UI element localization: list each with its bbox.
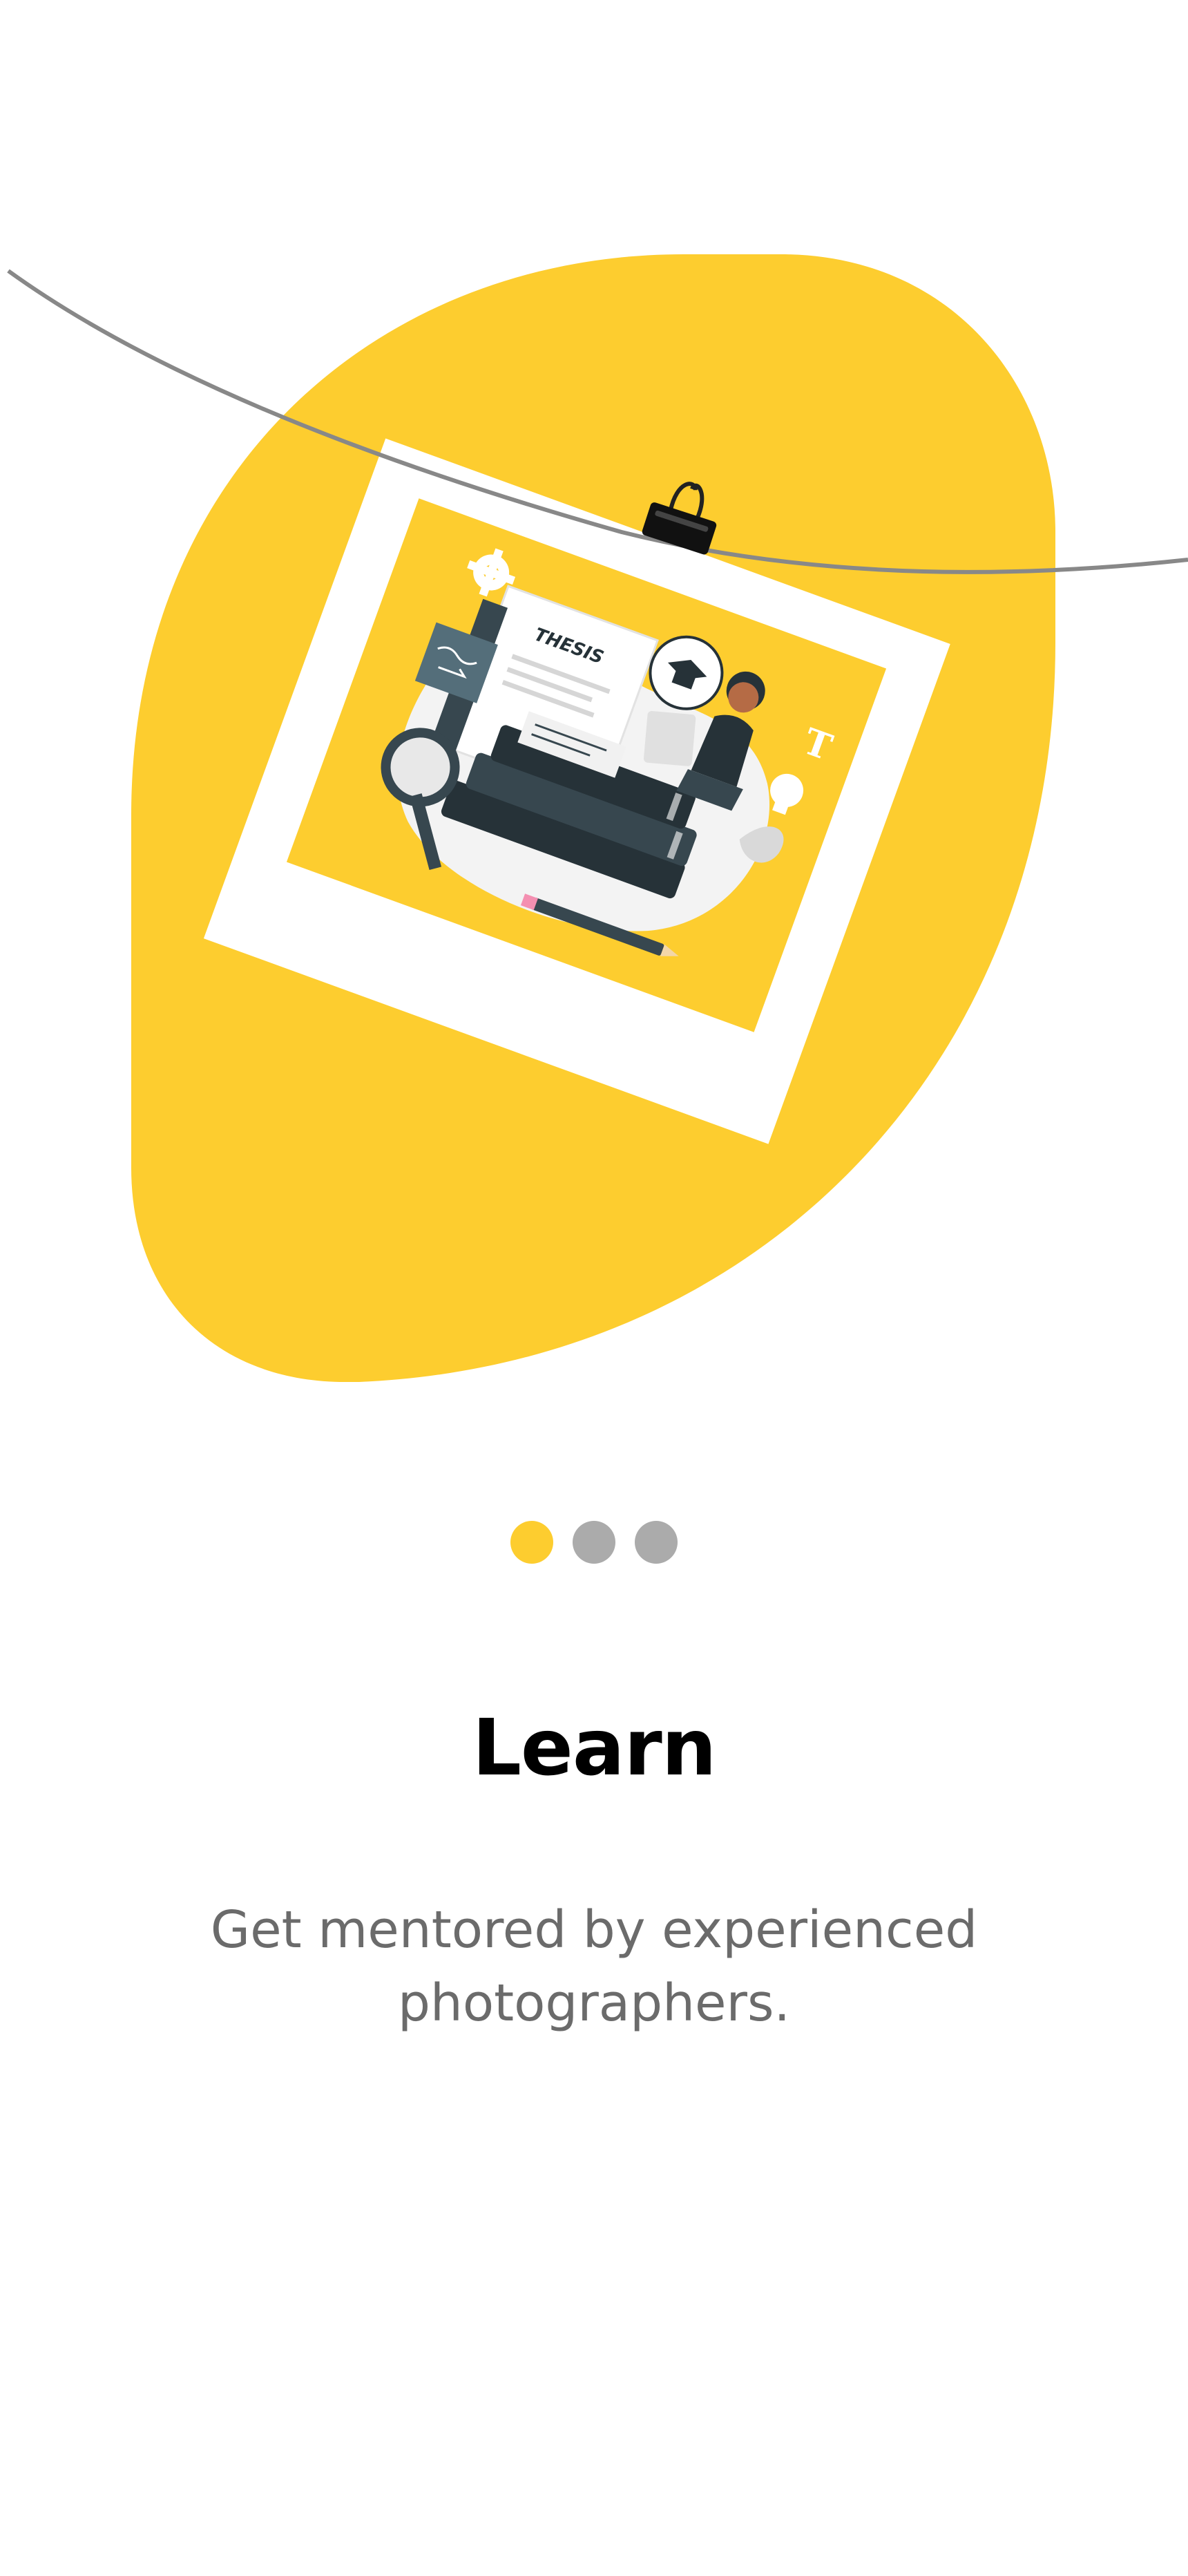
page-title: Learn <box>472 1703 717 1793</box>
hero-illustration-svg: THESIS T <box>7 254 1188 1382</box>
pagination-dot-2[interactable] <box>573 1521 615 1564</box>
hero-illustration: THESIS T <box>0 0 1188 1423</box>
pagination-dot-1[interactable] <box>510 1521 553 1564</box>
pagination-dot-3[interactable] <box>635 1521 678 1564</box>
pagination-dots <box>0 1520 1188 1564</box>
page-subtitle: Get mentored by experienced photographer… <box>210 1900 978 2033</box>
